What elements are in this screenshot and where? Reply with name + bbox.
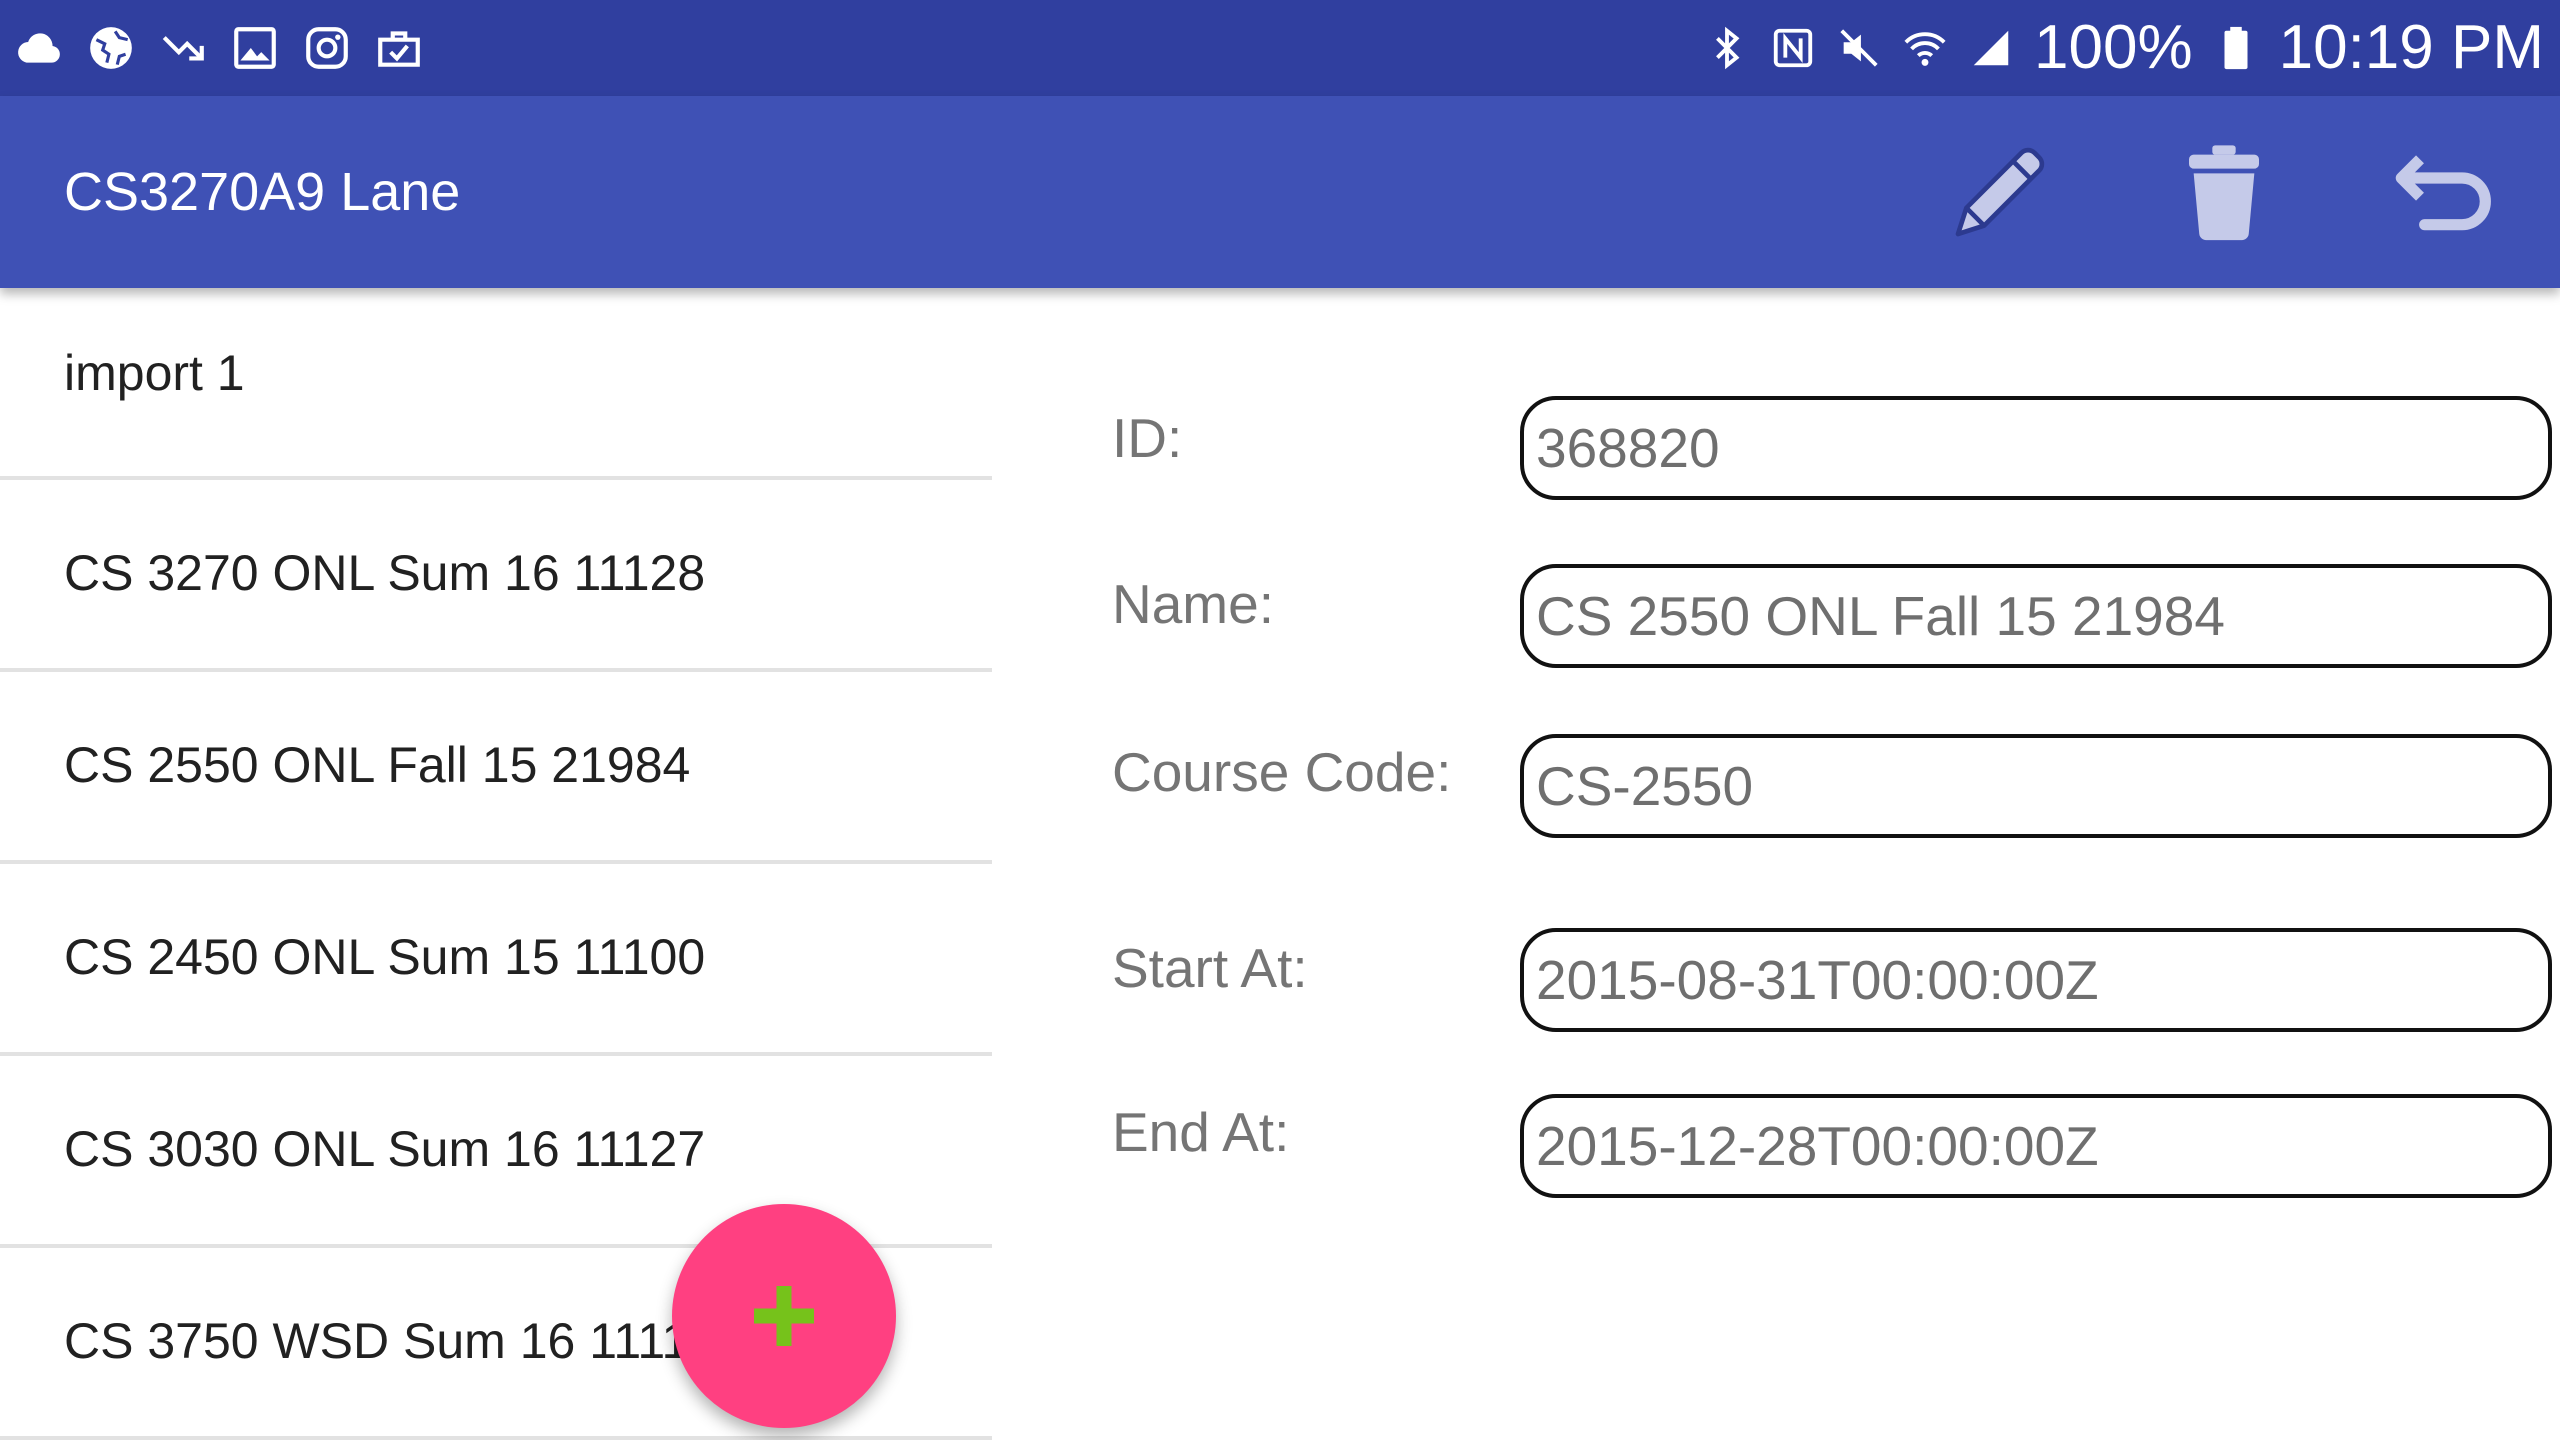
list-item-label: CS 2550 ONL Fall 15 21984 <box>64 737 691 793</box>
app-bar: CS3270A9 Lane <box>0 96 2560 288</box>
cloud-icon <box>14 23 64 73</box>
course-code-label: Course Code: <box>1112 741 1452 803</box>
gallery-icon <box>230 23 280 73</box>
wifi-icon <box>1902 25 1948 71</box>
list-item-label: CS 3030 ONL Sum 16 11127 <box>64 1121 706 1177</box>
battery-percentage: 100% <box>2034 13 2193 82</box>
bluetooth-icon <box>1704 25 1750 71</box>
battery-full-icon <box>2213 25 2259 71</box>
edit-button[interactable] <box>1938 130 2062 254</box>
pencil-icon <box>1944 136 2056 248</box>
end-at-field[interactable] <box>1520 1094 2552 1198</box>
list-item-label: import 1 <box>64 345 245 401</box>
system-status-icons: 100% 10:19 PM <box>1704 12 2544 84</box>
list-item[interactable]: CS 3030 ONL Sum 16 11127 <box>0 1056 992 1248</box>
add-course-button[interactable] <box>672 1204 896 1428</box>
id-field[interactable] <box>1520 396 2552 500</box>
trash-icon <box>2168 136 2280 248</box>
instagram-icon <box>302 23 352 73</box>
status-bar: 100% 10:19 PM <box>0 0 2560 96</box>
list-item-label: CS 2450 ONL Sum 15 11100 <box>64 929 706 985</box>
start-at-label: Start At: <box>1112 937 1308 999</box>
list-item-label: CS 3750 WSD Sum 16 11119 <box>64 1313 718 1369</box>
clock: 10:19 PM <box>2278 13 2544 82</box>
delete-button[interactable] <box>2162 130 2286 254</box>
mute-icon <box>1836 25 1882 71</box>
list-item-label: CS 3270 ONL Sum 16 11128 <box>64 545 706 601</box>
missed-call-icon <box>158 23 208 73</box>
name-field[interactable] <box>1520 564 2552 668</box>
app-title: CS3270A9 Lane <box>64 162 461 222</box>
end-at-label: End At: <box>1112 1101 1290 1163</box>
nfc-icon <box>1770 25 1816 71</box>
start-at-field[interactable] <box>1520 928 2552 1032</box>
undo-button[interactable] <box>2386 130 2510 254</box>
list-item[interactable]: CS 2450 ONL Sum 15 11100 <box>0 864 992 1056</box>
list-item[interactable]: import 1 <box>0 288 992 480</box>
plus-icon <box>748 1280 820 1352</box>
briefcase-check-icon <box>374 23 424 73</box>
name-label: Name: <box>1112 573 1274 635</box>
undo-icon <box>2392 136 2504 248</box>
course-code-field[interactable] <box>1520 734 2552 838</box>
globe-icon <box>86 23 136 73</box>
id-label: ID: <box>1112 407 1183 469</box>
list-item[interactable]: CS 3270 ONL Sum 16 11128 <box>0 480 992 672</box>
notification-icons <box>14 20 424 76</box>
cellular-signal-icon <box>1968 25 2014 71</box>
list-item[interactable]: CS 2550 ONL Fall 15 21984 <box>0 672 992 864</box>
